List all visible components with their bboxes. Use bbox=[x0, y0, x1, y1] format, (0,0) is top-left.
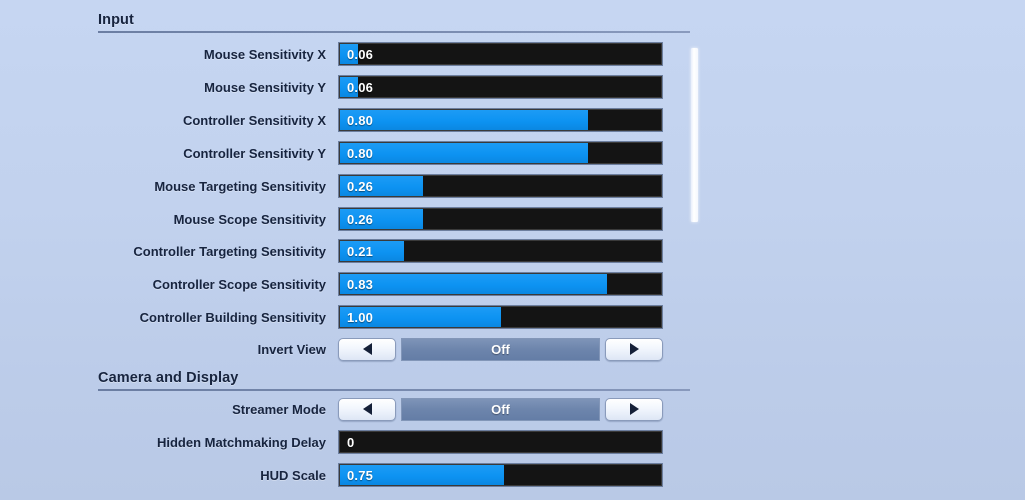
slider-fill bbox=[339, 142, 588, 164]
slider-value: 0.21 bbox=[347, 243, 374, 259]
slider-value: 0.06 bbox=[347, 79, 374, 95]
triangle-right-glyph bbox=[629, 343, 639, 355]
arrow-left-icon[interactable] bbox=[338, 337, 396, 361]
setting-row-controller-sensitivity-y: Controller Sensitivity Y 0.80 bbox=[98, 140, 698, 166]
section-divider bbox=[98, 31, 690, 33]
slider-controller-building-sensitivity[interactable]: 1.00 bbox=[338, 305, 663, 329]
slider-hud-scale[interactable]: 0.75 bbox=[338, 463, 663, 487]
slider-value: 0.80 bbox=[347, 112, 374, 128]
arrow-right-icon[interactable] bbox=[605, 397, 663, 421]
setting-label: Controller Building Sensitivity bbox=[139, 309, 326, 325]
triangle-left-glyph bbox=[362, 343, 372, 355]
slider-value: 0.75 bbox=[347, 467, 374, 483]
setting-label: Mouse Targeting Sensitivity bbox=[154, 178, 326, 194]
setting-label: Controller Targeting Sensitivity bbox=[133, 243, 326, 259]
setting-row-mouse-targeting-sensitivity: Mouse Targeting Sensitivity 0.26 bbox=[98, 173, 698, 199]
slider-fill bbox=[339, 109, 588, 131]
slider-controller-sensitivity-x[interactable]: 0.80 bbox=[338, 108, 663, 132]
setting-label: HUD Scale bbox=[260, 467, 326, 483]
slider-controller-scope-sensitivity[interactable]: 0.83 bbox=[338, 272, 663, 296]
slider-value: 0.26 bbox=[347, 211, 374, 227]
section-header-input: Input bbox=[98, 12, 690, 33]
slider-mouse-targeting-sensitivity[interactable]: 0.26 bbox=[338, 174, 663, 198]
option-selector-streamer-mode: Off bbox=[338, 397, 663, 421]
slider-controller-targeting-sensitivity[interactable]: 0.21 bbox=[338, 239, 663, 263]
setting-label: Controller Sensitivity Y bbox=[183, 145, 326, 161]
section-header-camera-and-display: Camera and Display bbox=[98, 370, 690, 391]
setting-row-hidden-matchmaking-delay: Hidden Matchmaking Delay 0 bbox=[98, 429, 698, 455]
slider-value: 0.26 bbox=[347, 178, 374, 194]
settings-panel: Input Mouse Sensitivity X 0.06 Mouse Sensit… bbox=[98, 0, 698, 500]
setting-row-controller-targeting-sensitivity: Controller Targeting Sensitivity 0.21 bbox=[98, 238, 698, 264]
slider-fill bbox=[339, 273, 608, 295]
setting-row-mouse-sensitivity-y: Mouse Sensitivity Y 0.06 bbox=[98, 74, 698, 100]
setting-label: Invert View bbox=[257, 341, 326, 357]
setting-label: Streamer Mode bbox=[232, 401, 326, 417]
setting-label: Controller Scope Sensitivity bbox=[152, 276, 326, 292]
setting-row-streamer-mode: Streamer Mode Off bbox=[98, 396, 698, 422]
arrow-left-icon[interactable] bbox=[338, 397, 396, 421]
setting-row-controller-sensitivity-x: Controller Sensitivity X 0.80 bbox=[98, 107, 698, 133]
slider-mouse-sensitivity-y[interactable]: 0.06 bbox=[338, 75, 663, 99]
slider-value: 0.80 bbox=[347, 145, 374, 161]
slider-controller-sensitivity-y[interactable]: 0.80 bbox=[338, 141, 663, 165]
slider-value: 1.00 bbox=[347, 309, 374, 325]
section-divider bbox=[98, 389, 690, 391]
setting-label: Hidden Matchmaking Delay bbox=[156, 434, 326, 450]
slider-track-inset bbox=[339, 76, 662, 98]
section-title: Input bbox=[98, 12, 134, 28]
slider-track-inset bbox=[339, 43, 662, 65]
setting-row-controller-building-sensitivity: Controller Building Sensitivity 1.00 bbox=[98, 304, 698, 330]
setting-row-mouse-scope-sensitivity: Mouse Scope Sensitivity 0.26 bbox=[98, 206, 698, 232]
setting-label: Mouse Scope Sensitivity bbox=[173, 211, 326, 227]
option-selector-invert-view: Off bbox=[338, 337, 663, 361]
slider-hidden-matchmaking-delay[interactable]: 0 bbox=[338, 430, 663, 454]
slider-value: 0 bbox=[347, 434, 355, 450]
section-title: Camera and Display bbox=[98, 370, 239, 386]
setting-label: Mouse Sensitivity Y bbox=[204, 79, 326, 95]
setting-label: Controller Sensitivity X bbox=[182, 112, 326, 128]
setting-row-controller-scope-sensitivity: Controller Scope Sensitivity 0.83 bbox=[98, 271, 698, 297]
slider-mouse-scope-sensitivity[interactable]: 0.26 bbox=[338, 207, 663, 231]
slider-track-inset bbox=[339, 431, 662, 453]
triangle-left-glyph bbox=[362, 403, 372, 415]
slider-value: 0.83 bbox=[347, 276, 374, 292]
setting-label: Mouse Sensitivity X bbox=[203, 46, 326, 62]
arrow-right-icon[interactable] bbox=[605, 337, 663, 361]
setting-row-invert-view: Invert View Off bbox=[98, 336, 698, 362]
slider-value: 0.06 bbox=[347, 46, 374, 62]
option-value[interactable]: Off bbox=[401, 337, 600, 361]
setting-row-mouse-sensitivity-x: Mouse Sensitivity X 0.06 bbox=[98, 41, 698, 67]
slider-mouse-sensitivity-x[interactable]: 0.06 bbox=[338, 42, 663, 66]
game-settings-screen: Input Mouse Sensitivity X 0.06 Mouse Sensit… bbox=[0, 0, 1025, 500]
setting-row-hud-scale: HUD Scale 0.75 bbox=[98, 462, 698, 488]
scrollbar-thumb[interactable] bbox=[691, 48, 698, 222]
option-value[interactable]: Off bbox=[401, 397, 600, 421]
triangle-right-glyph bbox=[629, 403, 639, 415]
